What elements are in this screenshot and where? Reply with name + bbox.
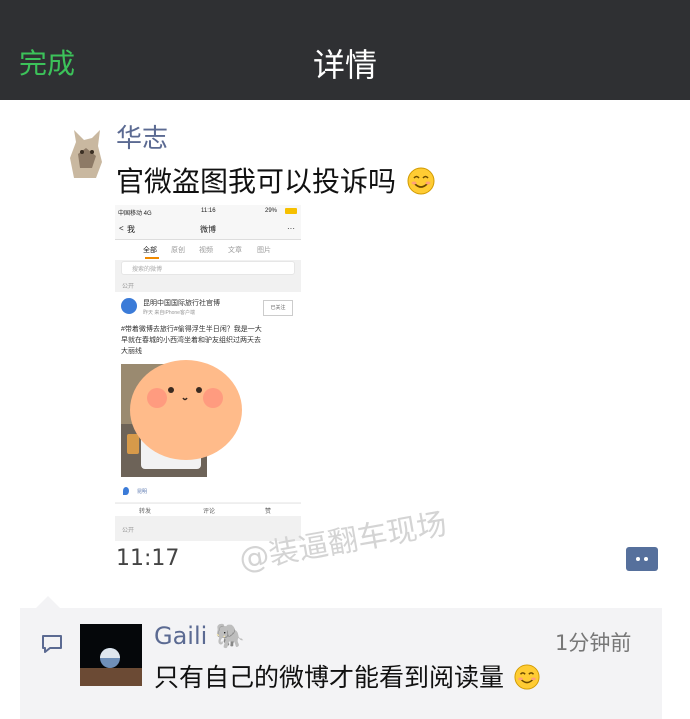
screenshot-account-avatar: [121, 298, 137, 314]
elephant-emoji-icon: 🐘: [214, 622, 245, 650]
screenshot-tab: 视频: [199, 247, 213, 254]
battery-icon: [285, 208, 297, 214]
screenshot-visibility-top: 公开: [122, 284, 135, 290]
comment-text-content: 只有自己的微博才能看到阅读量: [154, 663, 505, 692]
post-image[interactable]: 中国移动 4G 11:16 29% < 我 微博 ··· 全部 原创 视频 文章…: [115, 205, 301, 541]
screenshot-account-meta: 昨天 来自iPhone客户端: [143, 310, 195, 316]
screenshot-header: < 我 微博 ···: [115, 219, 301, 240]
post-text-content: 官微盗图我可以投诉吗: [116, 165, 397, 198]
screenshot-carrier: 中国移动 4G: [118, 211, 152, 217]
screenshot-body-line: 大丽线: [121, 348, 142, 355]
screenshot-account-name: 昆明中国国际旅行社官博: [143, 300, 220, 307]
post-author-name[interactable]: 华志: [116, 118, 168, 155]
comment-area-pointer: [36, 596, 60, 608]
comment-time: 1分钟前: [555, 631, 632, 655]
screenshot-location: 昆明: [137, 489, 148, 495]
screenshot-tab: 文章: [228, 247, 242, 254]
screenshot-tabs: 全部 原创 视频 文章 图片: [115, 240, 301, 260]
commenter-name[interactable]: Gaili 🐘: [154, 622, 245, 650]
screenshot-battery: 29%: [265, 208, 278, 214]
location-pin-icon: [123, 487, 129, 495]
screenshot-tab: 图片: [257, 247, 271, 254]
screenshot-body-line: 早就在春城的小西湾坐着和驴友组织过两天去: [121, 337, 261, 344]
screenshot-visibility-bottom: 公开: [122, 528, 135, 534]
post-time: 11:17: [116, 546, 180, 571]
screenshot-repost: 转发: [139, 509, 152, 515]
post-text: 官微盗图我可以投诉吗: [116, 160, 435, 200]
more-dots-icon: [636, 557, 648, 561]
commenter-name-text: Gaili: [154, 622, 208, 650]
comment-icon: [42, 635, 62, 653]
screenshot-clock: 11:16: [201, 208, 216, 214]
smile-emoji-icon: [407, 167, 435, 195]
screenshot-status-bar: 中国移动 4G 11:16 29%: [115, 205, 301, 219]
more-actions-button[interactable]: [626, 547, 658, 571]
screenshot-search: 搜索的微博: [121, 261, 295, 275]
screenshot-action-bar: 转发 评论 赞: [115, 503, 301, 516]
screenshot-tab: 全部: [143, 247, 157, 254]
screenshot-body-line: #带着微博去旅行#偷得浮生半日闲？我是一大: [121, 326, 262, 333]
screenshot-like: 赞: [265, 509, 272, 515]
comment-text: 只有自己的微博才能看到阅读量: [154, 658, 540, 694]
nav-bar: 完成 详情: [0, 0, 690, 100]
screenshot-tab-underline: [145, 257, 159, 259]
screenshot-follow-badge: 已关注: [263, 300, 293, 316]
author-avatar[interactable]: [66, 128, 106, 180]
screenshot-search-placeholder: 搜索的微博: [132, 267, 163, 273]
commenter-avatar[interactable]: [80, 624, 142, 686]
screenshot-comment: 评论: [203, 509, 216, 515]
face-sticker-features-icon: [147, 387, 223, 408]
smile-emoji-icon: [514, 664, 540, 690]
page-title: 详情: [312, 46, 377, 84]
screenshot-tab: 原创: [171, 247, 185, 254]
earthrise-avatar-image: [80, 624, 142, 686]
screenshot-more-icon: ···: [287, 224, 295, 233]
screenshot-header-title: 微博: [200, 225, 216, 234]
